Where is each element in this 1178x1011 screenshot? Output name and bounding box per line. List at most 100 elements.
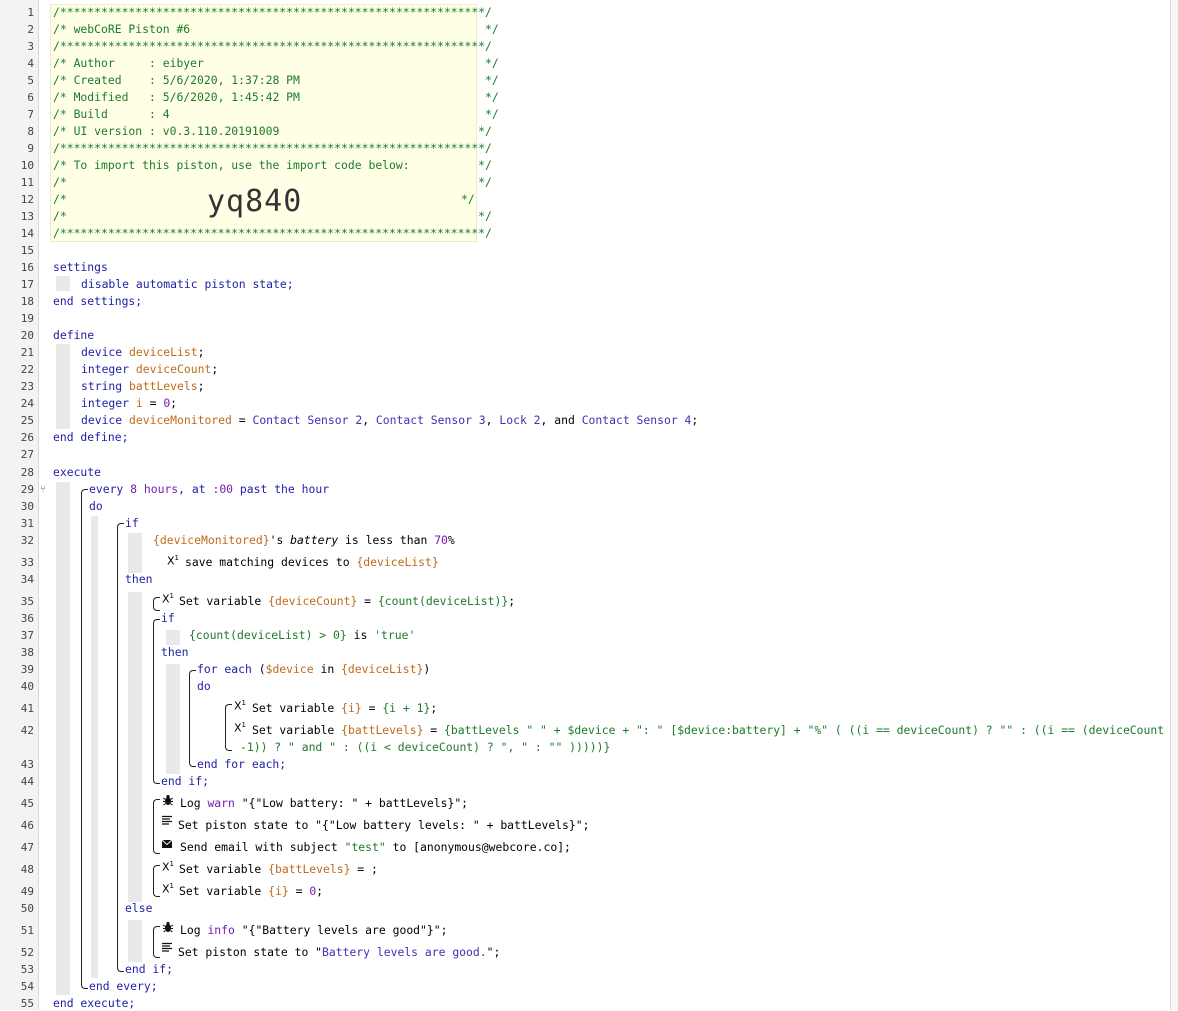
line-number: 40	[20, 680, 34, 693]
log-info-statement[interactable]: Log info "{"Battery levels are good"}";	[180, 923, 447, 938]
quote: "	[315, 945, 323, 959]
set-state-low[interactable]: Set piston state to "{"Low battery level…	[178, 818, 589, 833]
define-devicemonitored[interactable]: device deviceMonitored = Contact Sensor …	[81, 413, 698, 428]
line-number: 45	[20, 797, 34, 810]
sv-var: {i}	[341, 701, 362, 715]
equals: =	[357, 594, 378, 608]
header-border: /***************************************…	[53, 39, 492, 53]
line-number: 3	[27, 40, 34, 53]
define-devicecount[interactable]: integer deviceCount;	[81, 362, 218, 377]
line-number: 26	[20, 431, 34, 444]
paren-open: (	[251, 662, 266, 676]
for-each-statement[interactable]: for each ($device in {deviceList})	[197, 662, 430, 677]
header-ui-version: /* UI version : v0.3.110.20191009 */	[53, 124, 492, 138]
code-view: 1 2 3 4 5 6 7 8 9 10 11 12 13 14 15 16 17 18 19 20 21 22 23 24 2…	[0, 0, 1178, 1011]
condition-battery[interactable]: {deviceMonitored}'s battery is less than…	[153, 533, 455, 548]
do-keyword[interactable]: do	[89, 499, 103, 514]
line-number: 32	[20, 534, 34, 547]
send-email-text: Send email with subject	[180, 840, 345, 854]
log-warn-statement[interactable]: Log warn "{"Low battery: " + battLevels}…	[180, 796, 468, 811]
line-number: 35	[20, 595, 34, 608]
else-keyword[interactable]: else	[125, 901, 152, 916]
for-in: in	[313, 662, 342, 676]
inner-if-keyword[interactable]: if	[161, 611, 175, 626]
indent-shade	[166, 664, 180, 774]
line-number: 22	[20, 363, 34, 376]
every-past: past the hour	[233, 482, 330, 496]
and-separator: , and	[540, 413, 582, 427]
device-contact-sensor-2: Contact Sensor 2	[252, 413, 363, 427]
sv-rest: =	[288, 884, 310, 898]
reset-battlevels[interactable]: Set variable {battLevels} = ;	[179, 862, 378, 877]
variable-icon-letter: X	[234, 721, 242, 735]
end-settings-keyword[interactable]: end settings;	[53, 294, 142, 309]
settings-keyword[interactable]: settings	[53, 260, 108, 275]
var-devicecount: deviceCount	[135, 362, 212, 376]
stmt-bracket	[153, 597, 160, 611]
header-code-suffix: */	[461, 192, 475, 206]
line-number: 46	[20, 819, 34, 832]
set-battlevels[interactable]: Set variable {battLevels} = {battLevels …	[252, 723, 1164, 738]
line-number: 20	[20, 329, 34, 342]
fork-icon: ⑂	[40, 484, 46, 495]
sv-expr: {count(deviceList)}	[377, 594, 509, 608]
for-do-keyword[interactable]: do	[197, 679, 211, 694]
line-number: 28	[20, 466, 34, 479]
if-keyword[interactable]: if	[125, 516, 139, 531]
semicolon: ;	[197, 379, 205, 393]
execute-keyword[interactable]: execute	[53, 465, 101, 480]
equals: =	[423, 723, 445, 737]
inner-then-keyword[interactable]: then	[161, 645, 188, 660]
type-string: string	[81, 379, 123, 393]
define-keyword[interactable]: define	[53, 328, 94, 343]
line-number: 39	[20, 663, 34, 676]
comma: ,	[362, 413, 376, 427]
var-battlevels: battLevels	[129, 379, 198, 393]
end-if-keyword[interactable]: end if;	[125, 962, 173, 977]
bug-icon	[162, 794, 174, 809]
condition-count[interactable]: {count(deviceList) > 0} is 'true'	[189, 628, 415, 643]
semicolon: ;	[170, 396, 178, 410]
line-number: 10	[20, 159, 34, 172]
every-time: :00	[212, 482, 234, 496]
every-statement[interactable]: every 8 hours, at :00 past the hour	[89, 482, 329, 497]
set-i[interactable]: Set variable {i} = {i + 1};	[252, 701, 437, 716]
line-number: 16	[20, 261, 34, 274]
set-battlevels-continued: -1)) ? " and " : ((i < deviceCount) ? ",…	[240, 740, 611, 754]
paren-close: )	[423, 662, 431, 676]
line-number: 50	[20, 902, 34, 915]
line-number: 41	[20, 702, 34, 715]
send-email-statement[interactable]: Send email with subject "test" to [anony…	[180, 840, 571, 855]
save-matching-devices[interactable]: save matching devices to {deviceList}	[185, 555, 439, 570]
inner-end-if-keyword[interactable]: end if;	[161, 774, 209, 789]
reset-i[interactable]: Set variable {i} = 0;	[179, 884, 323, 899]
line-number: 33	[20, 556, 34, 569]
set-devicecount[interactable]: Set variable {deviceCount} = {count(devi…	[179, 594, 515, 609]
every-interval: 8 hours	[130, 482, 179, 496]
end-for-each-keyword[interactable]: end for each;	[197, 757, 286, 772]
email-icon	[161, 838, 173, 851]
define-devicelist[interactable]: device deviceList;	[81, 345, 204, 360]
variable-icon-letter: X	[167, 554, 175, 568]
header-author: /* Author : eibyer */	[53, 56, 499, 70]
end-every-keyword[interactable]: end every;	[89, 979, 158, 994]
line-number: 15	[20, 244, 34, 257]
comma: ,	[485, 413, 500, 427]
set-state-good[interactable]: Set piston state to "Battery levels are …	[178, 945, 500, 960]
device-contact-sensor-3: Contact Sensor 3	[375, 413, 486, 427]
vertical-scrollbar[interactable]	[1170, 0, 1178, 1010]
end-define-keyword[interactable]: end define;	[53, 430, 128, 445]
every-keyword: every	[89, 482, 124, 496]
end-execute-keyword[interactable]: end execute;	[53, 996, 135, 1011]
header-title: /* webCoRE Piston #6 */	[53, 22, 499, 36]
define-i[interactable]: integer i = 0;	[81, 396, 177, 411]
line-number: 53	[20, 963, 34, 976]
then-keyword[interactable]: then	[125, 572, 152, 587]
line-number-gutter: 1 2 3 4 5 6 7 8 9 10 11 12 13 14 15 16 17 18 19 20 21 22 23 24 2…	[0, 0, 39, 1010]
header-import-note: /* To import this piston, use the import…	[53, 158, 492, 172]
define-battlevels[interactable]: string battLevels;	[81, 379, 204, 394]
line-number: 34	[20, 573, 34, 586]
line-number: 7	[27, 108, 34, 121]
setting-disable-state[interactable]: disable automatic piston state;	[81, 277, 294, 292]
log-message: "{"Low battery: " + battLevels}";	[234, 796, 469, 810]
